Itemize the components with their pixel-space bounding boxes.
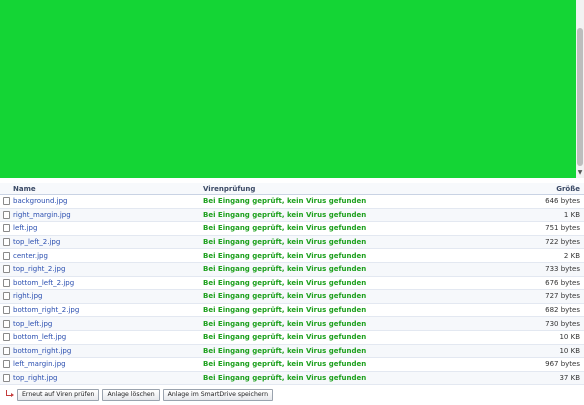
table-row[interactable]: bottom_right.jpg Bei Eingang geprüft, kei… — [0, 344, 584, 359]
file-size: 10 KB — [559, 346, 580, 355]
row-checkbox[interactable] — [2, 374, 10, 383]
row-checkbox[interactable] — [2, 251, 10, 260]
attachments-table: Name Virenprüfung Größe background.jpg Be… — [0, 183, 584, 386]
row-checkbox[interactable] — [2, 360, 10, 369]
row-checkbox-cell — [0, 346, 12, 355]
file-size: 10 KB — [559, 333, 580, 342]
virus-scan-status: Bei Eingang geprüft, kein Virus gefunden — [203, 346, 367, 355]
file-name-link[interactable]: top_left_2.jpg — [12, 238, 203, 246]
virus-scan-status: Bei Eingang geprüft, kein Virus gefunden — [203, 319, 367, 328]
row-checkbox[interactable] — [2, 346, 10, 355]
row-checkbox-cell — [0, 278, 12, 287]
table-row[interactable]: background.jpg Bei Eingang geprüft, kein … — [0, 195, 584, 209]
file-size: 1 KB — [563, 210, 580, 219]
table-row[interactable]: top_left.jpg Bei Eingang geprüft, kein Vi… — [0, 317, 584, 331]
virus-scan-status: Bei Eingang geprüft, kein Virus gefunden — [203, 197, 367, 206]
row-checkbox-cell — [0, 238, 12, 247]
row-checkbox-cell — [0, 306, 12, 315]
row-checkbox-cell — [0, 265, 12, 274]
file-name-link[interactable]: bottom_left_2.jpg — [12, 279, 203, 287]
virus-scan-status: Bei Eingang geprüft, kein Virus gefunden — [203, 224, 367, 233]
file-name-link[interactable]: top_left.jpg — [12, 320, 203, 328]
scrollbar-thumb[interactable] — [577, 28, 583, 166]
preview-scrollbar[interactable]: ▼ — [576, 0, 584, 178]
row-checkbox[interactable] — [2, 197, 10, 206]
file-size: 37 KB — [559, 374, 580, 383]
table-row[interactable]: right_margin.jpg Bei Eingang geprüft, kei… — [0, 208, 584, 223]
save-to-smartdrive-button[interactable]: Anlage im SmartDrive speichern — [162, 389, 274, 401]
header-virus-scan[interactable]: Virenprüfung — [203, 185, 500, 193]
file-name-link[interactable]: left.jpg — [12, 224, 203, 232]
row-checkbox[interactable] — [2, 210, 10, 219]
virus-scan-status: Bei Eingang geprüft, kein Virus gefunden — [203, 210, 367, 219]
virus-scan-status: Bei Eingang geprüft, kein Virus gefunden — [203, 292, 367, 301]
header-name[interactable]: Name — [12, 185, 203, 193]
table-header: Name Virenprüfung Größe — [0, 183, 584, 195]
table-row[interactable]: center.jpg Bei Eingang geprüft, kein Viru… — [0, 249, 584, 263]
table-row[interactable]: left_margin.jpg Bei Eingang geprüft, kein… — [0, 358, 584, 372]
table-row[interactable]: bottom_left.jpg Bei Eingang geprüft, kein… — [0, 330, 584, 345]
attachment-actions: Erneut auf Viren prüfen Anlage löschen A… — [0, 389, 276, 401]
row-checkbox-cell — [0, 333, 12, 342]
file-size: 682 bytes — [545, 306, 580, 315]
header-size[interactable]: Größe — [500, 185, 584, 193]
file-size: 751 bytes — [545, 224, 580, 233]
return-arrow-icon — [4, 390, 14, 400]
file-name-link[interactable]: center.jpg — [12, 252, 203, 260]
row-checkbox-cell — [0, 319, 12, 328]
table-row[interactable]: top_right.jpg Bei Eingang geprüft, kein V… — [0, 371, 584, 386]
row-checkbox-cell — [0, 292, 12, 301]
file-name-link[interactable]: bottom_left.jpg — [12, 333, 203, 341]
virus-scan-status: Bei Eingang geprüft, kein Virus gefunden — [203, 251, 367, 260]
virus-scan-status: Bei Eingang geprüft, kein Virus gefunden — [203, 374, 367, 383]
file-name-link[interactable]: background.jpg — [12, 197, 203, 205]
file-size: 646 bytes — [545, 197, 580, 206]
row-checkbox[interactable] — [2, 306, 10, 315]
file-name-link[interactable]: right_margin.jpg — [12, 211, 203, 219]
table-row[interactable]: top_right_2.jpg Bei Eingang geprüft, kein… — [0, 262, 584, 277]
virus-scan-status: Bei Eingang geprüft, kein Virus gefunden — [203, 360, 367, 369]
table-row[interactable]: bottom_right_2.jpg Bei Eingang geprüft, k… — [0, 303, 584, 318]
delete-attachment-button[interactable]: Anlage löschen — [102, 389, 160, 401]
virus-scan-status: Bei Eingang geprüft, kein Virus gefunden — [203, 265, 367, 274]
file-size: 722 bytes — [545, 238, 580, 247]
row-checkbox[interactable] — [2, 238, 10, 247]
virus-scan-status: Bei Eingang geprüft, kein Virus gefunden — [203, 278, 367, 287]
row-checkbox[interactable] — [2, 224, 10, 233]
file-size: 2 KB — [563, 251, 580, 260]
virus-scan-status: Bei Eingang geprüft, kein Virus gefunden — [203, 333, 367, 342]
row-checkbox[interactable] — [2, 265, 10, 274]
rescan-button[interactable]: Erneut auf Viren prüfen — [17, 389, 100, 401]
row-checkbox[interactable] — [2, 292, 10, 301]
file-size: 733 bytes — [545, 265, 580, 274]
file-name-link[interactable]: bottom_right.jpg — [12, 347, 203, 355]
file-size: 676 bytes — [545, 278, 580, 287]
file-name-link[interactable]: top_right_2.jpg — [12, 265, 203, 273]
row-checkbox-cell — [0, 360, 12, 369]
virus-scan-status: Bei Eingang geprüft, kein Virus gefunden — [203, 306, 367, 315]
row-checkbox-cell — [0, 251, 12, 260]
row-checkbox-cell — [0, 224, 12, 233]
row-checkbox[interactable] — [2, 319, 10, 328]
table-row[interactable]: top_left_2.jpg Bei Eingang geprüft, kein … — [0, 235, 584, 250]
table-body: background.jpg Bei Eingang geprüft, kein … — [0, 195, 584, 386]
table-row[interactable]: right.jpg Bei Eingang geprüft, kein Virus… — [0, 290, 584, 304]
table-row[interactable]: left.jpg Bei Eingang geprüft, kein Virus … — [0, 222, 584, 236]
file-size: 730 bytes — [545, 319, 580, 328]
scroll-down-icon[interactable]: ▼ — [576, 170, 584, 176]
row-checkbox-cell — [0, 210, 12, 219]
row-checkbox[interactable] — [2, 333, 10, 342]
file-name-link[interactable]: left_margin.jpg — [12, 360, 203, 368]
table-row[interactable]: bottom_left_2.jpg Bei Eingang geprüft, ke… — [0, 276, 584, 291]
file-size: 967 bytes — [545, 360, 580, 369]
row-checkbox-cell — [0, 374, 12, 383]
row-checkbox-cell — [0, 197, 12, 206]
row-checkbox[interactable] — [2, 278, 10, 287]
file-name-link[interactable]: top_right.jpg — [12, 374, 203, 382]
virus-scan-status: Bei Eingang geprüft, kein Virus gefunden — [203, 238, 367, 247]
file-size: 727 bytes — [545, 292, 580, 301]
attachment-preview — [0, 0, 576, 178]
file-name-link[interactable]: right.jpg — [12, 292, 203, 300]
file-name-link[interactable]: bottom_right_2.jpg — [12, 306, 203, 314]
